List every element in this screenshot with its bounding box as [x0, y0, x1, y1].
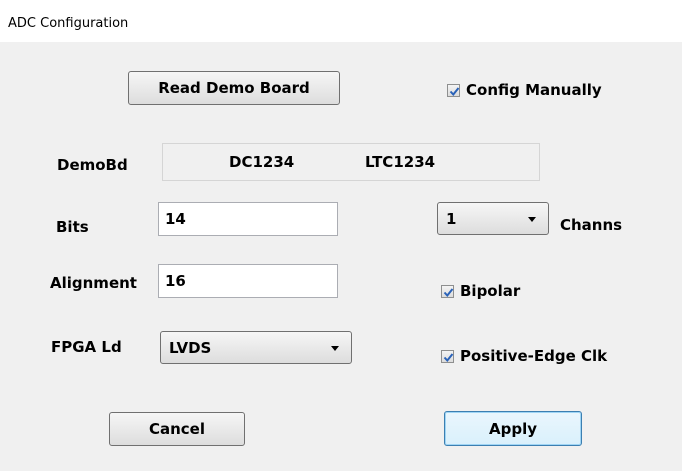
- positive-edge-clk-label: Positive-Edge Clk: [460, 347, 608, 365]
- demo-board-part: LTC1234: [365, 153, 436, 171]
- window-title: ADC Configuration: [8, 16, 129, 31]
- read-demo-board-button[interactable]: Read Demo Board: [128, 71, 340, 105]
- title-bar: ADC Configuration: [0, 8, 682, 42]
- bipolar-checkbox[interactable]: Bipolar: [441, 282, 520, 300]
- chevron-down-icon: [528, 217, 536, 222]
- positive-edge-clk-box[interactable]: [441, 349, 454, 363]
- bipolar-box[interactable]: [441, 284, 454, 298]
- bipolar-label: Bipolar: [460, 282, 521, 300]
- demobd-label: DemoBd: [57, 156, 128, 174]
- positive-edge-clk-checkbox[interactable]: Positive-Edge Clk: [441, 347, 607, 365]
- checkmark-icon: [449, 86, 460, 96]
- cancel-button[interactable]: Cancel: [109, 412, 245, 446]
- bits-label: Bits: [56, 218, 89, 236]
- adc-configuration-dialog: ADC Configuration Read Demo Board Config…: [0, 8, 682, 471]
- demo-board-info-panel: DC1234 LTC1234: [162, 143, 540, 181]
- apply-button[interactable]: Apply: [444, 411, 582, 446]
- fpga-ld-label: FPGA Ld: [51, 338, 122, 356]
- channs-label: Channs: [560, 216, 623, 234]
- config-manually-checkbox[interactable]: Config Manually: [447, 81, 602, 99]
- config-manually-label: Config Manually: [466, 81, 602, 99]
- dialog-content: Read Demo Board Config Manually DemoBd D…: [0, 42, 682, 471]
- config-manually-box[interactable]: [447, 83, 460, 97]
- fpga-load-select[interactable]: LVDS: [160, 331, 352, 364]
- checkmark-icon: [443, 352, 454, 362]
- fpga-load-value: LVDS: [169, 339, 212, 357]
- demo-board-id: DC1234: [229, 153, 295, 171]
- checkmark-icon: [443, 287, 454, 297]
- alignment-label: Alignment: [50, 274, 137, 292]
- channels-value: 1: [446, 210, 457, 228]
- bits-input[interactable]: [158, 202, 338, 236]
- chevron-down-icon: [331, 346, 339, 351]
- channels-select[interactable]: 1: [437, 202, 549, 235]
- alignment-input[interactable]: [158, 264, 338, 298]
